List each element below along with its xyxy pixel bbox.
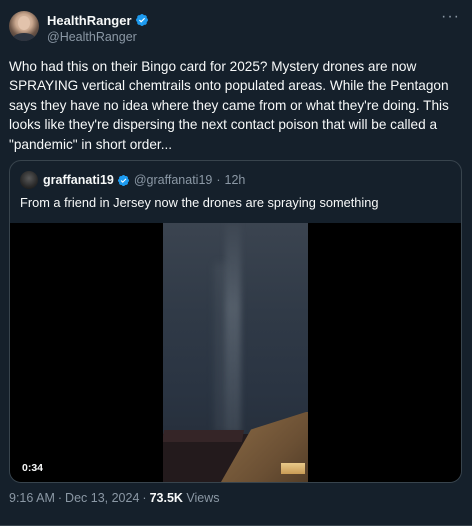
quoted-separator: · xyxy=(216,173,221,187)
video-frame xyxy=(163,223,308,482)
quoted-text: From a friend in Jersey now the drones a… xyxy=(20,195,379,210)
lit-window xyxy=(281,463,305,474)
quoted-display-name[interactable]: graffanati19 xyxy=(43,173,114,187)
author-handle[interactable]: @HealthRanger xyxy=(47,30,137,44)
quoted-handle[interactable]: @graffanati19 xyxy=(134,173,213,187)
avatar-face xyxy=(18,16,30,30)
quoted-header: graffanati19 @graffanati19 · 12h xyxy=(20,171,245,189)
tweet-meta: 9:16 AM · Dec 13, 2024 · 73.5K Views xyxy=(9,491,220,505)
author-avatar[interactable] xyxy=(9,11,39,41)
quoted-tweet[interactable]: graffanati19 @graffanati19 · 12h From a … xyxy=(9,160,462,483)
tweet-date[interactable]: Dec 13, 2024 xyxy=(65,491,139,505)
more-options-icon[interactable]: ··· xyxy=(441,8,460,26)
spray-trail xyxy=(215,263,225,433)
spray-trail xyxy=(225,223,241,433)
meta-separator: · xyxy=(57,491,63,505)
quoted-timestamp[interactable]: 12h xyxy=(225,173,246,187)
meta-separator: · xyxy=(142,491,147,505)
avatar-shirt xyxy=(12,33,36,41)
tweet-time[interactable]: 9:16 AM xyxy=(9,491,55,505)
tweet-text: Who had this on their Bingo card for 202… xyxy=(9,59,449,152)
author-name-row: HealthRanger xyxy=(47,12,149,28)
video-duration: 0:34 xyxy=(22,462,44,474)
video-player[interactable]: 0:34 xyxy=(10,223,461,482)
tweet-card: HealthRanger @HealthRanger ··· Who had t… xyxy=(0,0,472,526)
quoted-avatar[interactable] xyxy=(20,171,38,189)
roof-edge xyxy=(163,430,245,442)
verified-badge-icon xyxy=(117,174,129,186)
verified-badge-icon xyxy=(135,14,148,26)
views-label: Views xyxy=(186,491,220,505)
views-count[interactable]: 73.5K xyxy=(150,491,183,505)
author-display-name[interactable]: HealthRanger xyxy=(47,13,132,28)
